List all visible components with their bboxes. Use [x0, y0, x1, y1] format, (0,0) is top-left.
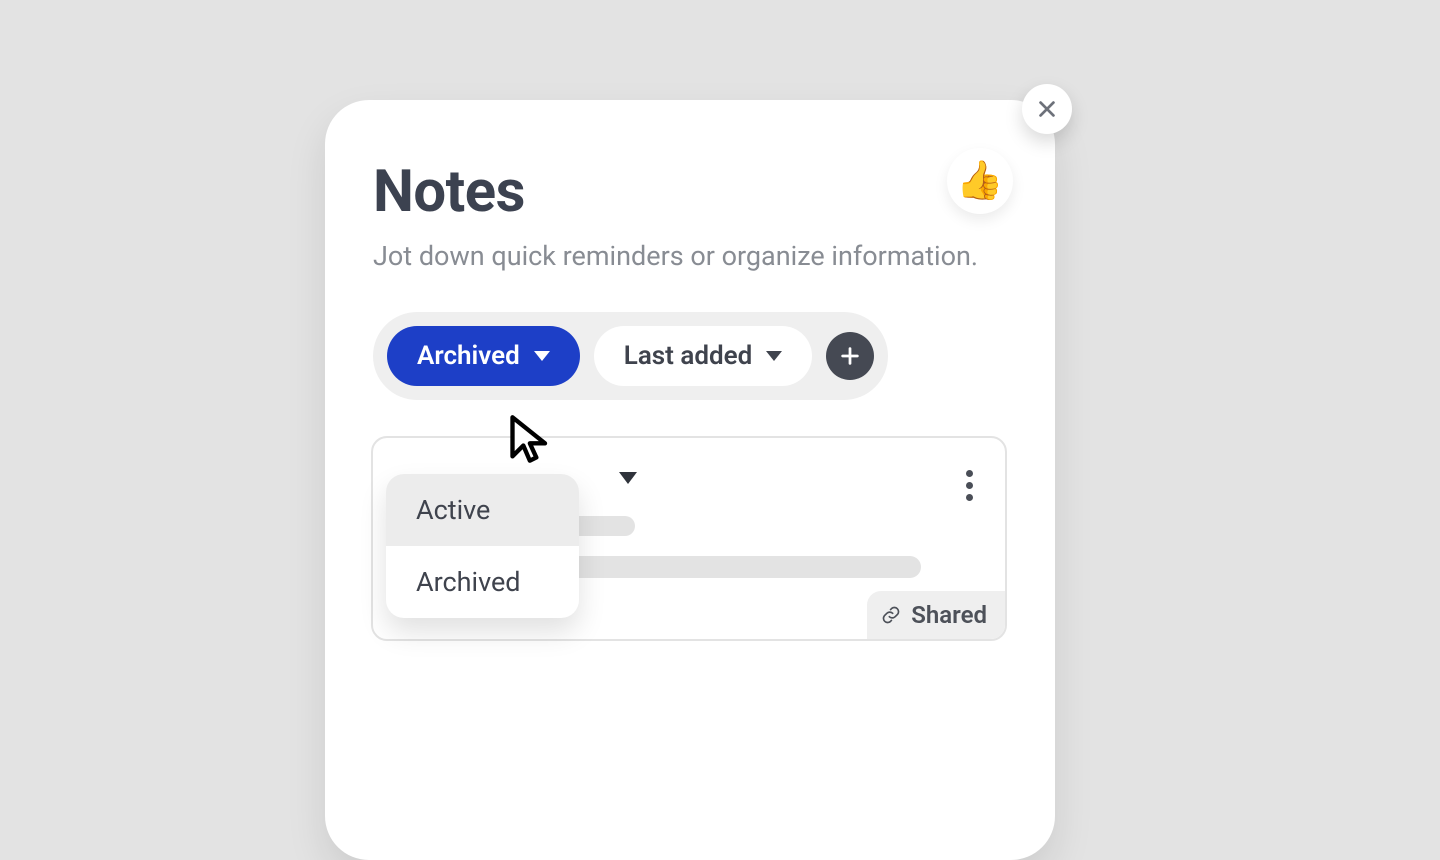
page-subtitle: Jot down quick reminders or organize inf…	[373, 240, 1007, 272]
shared-badge: Shared	[867, 591, 1005, 639]
link-icon	[881, 605, 901, 625]
close-icon	[1036, 98, 1058, 120]
filter-dropdown: Active Archived	[386, 474, 579, 618]
dots-icon	[966, 470, 973, 477]
sort-pill[interactable]: Last added	[594, 326, 812, 386]
add-note-button[interactable]	[826, 332, 874, 380]
shared-badge-label: Shared	[911, 601, 987, 629]
filter-pill-label: Archived	[417, 341, 520, 371]
note-menu-button[interactable]	[966, 470, 973, 501]
filter-toolbar: Archived Last added	[373, 312, 888, 400]
dots-icon	[966, 494, 973, 501]
dots-icon	[966, 482, 973, 489]
plus-icon	[839, 345, 861, 367]
page-title: Notes	[373, 158, 1007, 226]
filter-option-active[interactable]: Active	[386, 474, 579, 546]
sort-pill-label: Last added	[624, 341, 752, 371]
close-button[interactable]	[1022, 84, 1072, 134]
filter-option-archived[interactable]: Archived	[386, 546, 579, 618]
chevron-down-icon	[619, 472, 637, 484]
thumbs-up-button[interactable]: 👍	[947, 148, 1013, 214]
chevron-down-icon	[766, 351, 782, 361]
notes-panel: 👍 Notes Jot down quick reminders or orga…	[325, 100, 1055, 860]
chevron-down-icon	[534, 351, 550, 361]
thumbs-up-icon: 👍	[956, 159, 1003, 203]
filter-pill[interactable]: Archived	[387, 326, 580, 386]
